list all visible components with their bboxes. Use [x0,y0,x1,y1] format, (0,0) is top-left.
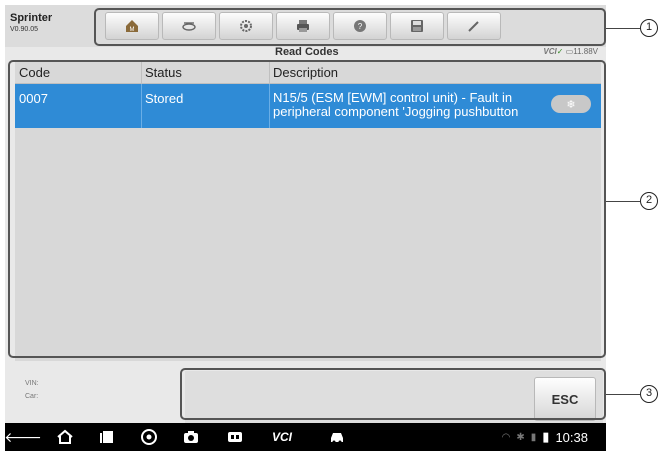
recent-apps-icon[interactable] [97,427,117,447]
page-title: Read Codes [275,46,339,58]
callout-line-3 [606,394,640,395]
vci-status: VCI✓ ▭11.88V [543,47,598,56]
battery-voltage: 11.88V [573,47,598,56]
battery-status-icon: ▮ [542,429,550,444]
browser-icon[interactable] [139,427,159,447]
callout-box-1 [94,8,606,46]
android-navbar: 🡐 VCI ◠ ✱ ▮ ▮ 10:38 [4,423,606,451]
app-title: Sprinter [10,12,53,24]
car-label: Car: [25,393,39,400]
home-nav-icon[interactable] [55,427,75,447]
car-icon[interactable] [327,427,347,447]
callout-line-1 [606,28,640,29]
camera-icon[interactable] [181,427,201,447]
status-area: ◠ ✱ ▮ ▮ 10:38 [502,429,588,445]
vci-label: VCI [543,47,557,56]
vci-connected-icon: ✓ [556,47,564,56]
callout-number-1: 1 [640,19,658,37]
wifi-icon: ◠ [501,431,511,443]
callout-number-2: 2 [640,192,658,210]
vci-nav-icon[interactable]: VCI [267,427,297,447]
bluetooth-icon: ✱ [516,431,525,443]
back-icon[interactable]: 🡐 [4,427,42,447]
callout-box-3 [180,368,606,420]
vin-label: VIN: [25,380,39,387]
callout-number-3: 3 [640,385,658,403]
callout-line-2 [606,201,640,202]
signal-icon: ▮ [530,431,537,443]
multitask-icon[interactable] [225,427,245,447]
app-version: V0.90.05 [10,26,39,33]
clock: 10:38 [555,429,588,445]
callout-box-2 [8,60,606,358]
